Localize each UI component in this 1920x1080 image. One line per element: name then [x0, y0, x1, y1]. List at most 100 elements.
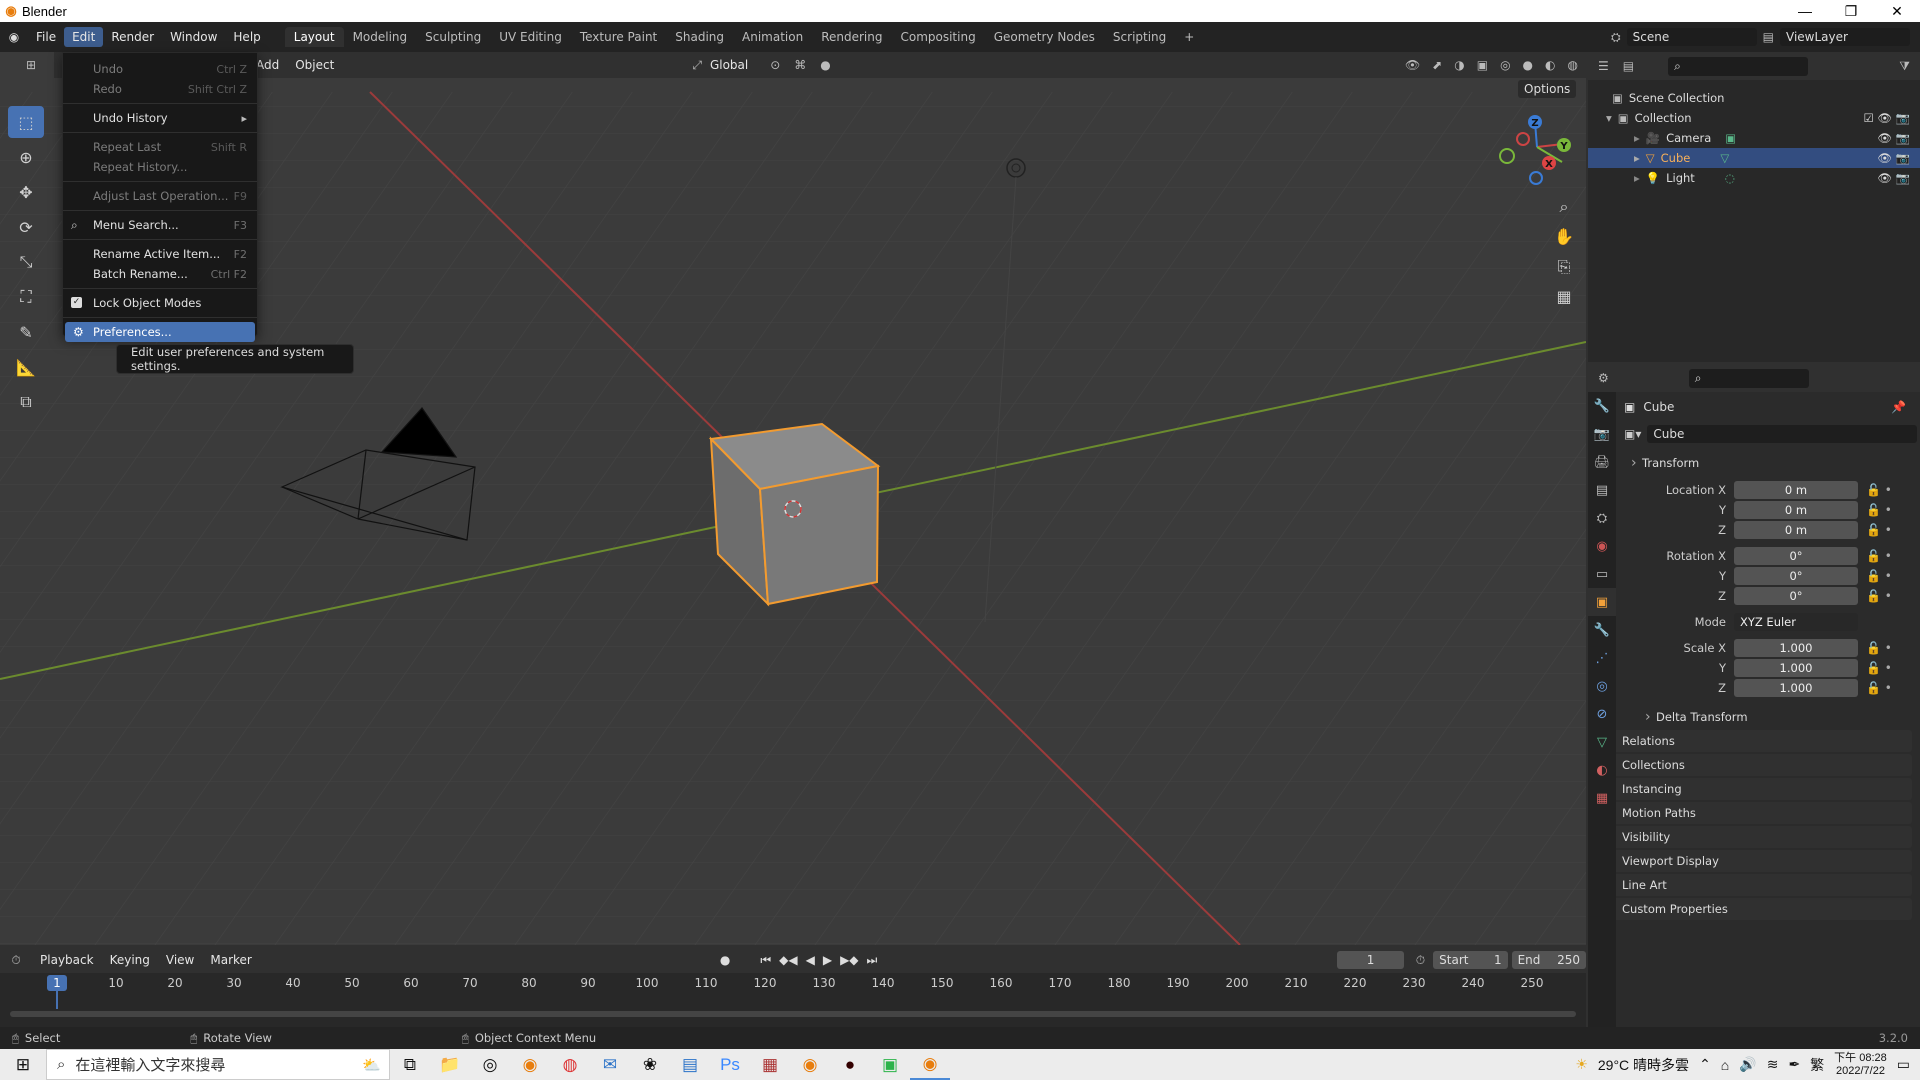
network-icon[interactable]: ⌂ [1721, 1057, 1729, 1073]
tab-modeling[interactable]: Modeling [344, 27, 417, 47]
blender-taskbar-icon[interactable]: ◉ [910, 1049, 950, 1080]
volume-icon[interactable]: 🔊 [1739, 1056, 1756, 1073]
collapse-icon[interactable]: ▾ [1606, 111, 1612, 125]
next-keyframe-icon[interactable]: ▶◆ [840, 953, 858, 968]
tab-animation[interactable]: Animation [733, 27, 812, 47]
options-dropdown[interactable]: Options [1518, 80, 1577, 98]
editor-type-icon[interactable]: ⊞ [14, 58, 48, 72]
menu-item-undo[interactable]: Undo Ctrl Z [63, 59, 257, 79]
weather-text[interactable]: 29°C 晴時多雲 [1598, 1055, 1689, 1075]
object-type-icon[interactable]: ▣▾ [1624, 427, 1641, 441]
blender-menu-icon[interactable]: ◉ [0, 30, 28, 44]
camera-data-icon[interactable]: ▣ [1725, 131, 1736, 145]
keying-menu[interactable]: Keying [102, 950, 158, 970]
measure-tool-icon[interactable]: 📐 [8, 351, 44, 383]
tab-uv-editing[interactable]: UV Editing [490, 27, 571, 47]
material-tab-icon[interactable]: ◐ [1588, 756, 1616, 784]
location-z-field[interactable]: 0 m [1734, 521, 1858, 539]
collection-tab-icon[interactable]: ▭ [1588, 560, 1616, 588]
prev-keyframe-icon[interactable]: ◆◀ [779, 953, 797, 968]
overlay-icon[interactable]: ◑ [1454, 58, 1464, 72]
scene-selector[interactable]: Scene [1626, 28, 1757, 46]
panel-line-art[interactable]: Line Art [1604, 874, 1912, 896]
tab-geometry-nodes[interactable]: Geometry Nodes [985, 27, 1104, 47]
gizmo-icon[interactable]: ⬈ [1432, 58, 1442, 72]
play-reverse-icon[interactable]: ◀ [806, 953, 815, 968]
play-icon[interactable]: ▶ [823, 953, 832, 968]
rotate-tool-icon[interactable]: ⟳ [8, 211, 44, 243]
location-x-field[interactable]: 0 m [1734, 481, 1858, 499]
pin-icon[interactable]: 📌 [1891, 400, 1920, 414]
menu-item-adjust-last[interactable]: Adjust Last Operation... F9 [63, 186, 257, 206]
menu-item-batch-rename[interactable]: Batch Rename... Ctrl F2 [63, 264, 257, 284]
view-menu[interactable]: View [158, 950, 202, 970]
panel-visibility[interactable]: Visibility [1604, 826, 1912, 848]
outliner-search-input[interactable]: ⌕ [1668, 56, 1809, 76]
app-icon[interactable]: ❀ [630, 1049, 670, 1080]
app-icon[interactable]: ▤ [670, 1049, 710, 1080]
constraints-tab-icon[interactable]: ⊘ [1588, 700, 1616, 728]
scene-tab-icon[interactable]: ⛭ [1588, 504, 1616, 532]
cursor-tool-icon[interactable]: ⊕ [8, 141, 44, 173]
object-menu[interactable]: Object [287, 55, 342, 75]
jump-start-icon[interactable]: ⏮ [760, 953, 771, 968]
lock-icon[interactable]: 🔓 • [1866, 661, 1892, 675]
snap-icon[interactable]: ⌘ [794, 58, 806, 72]
blender-taskbar-icon[interactable]: ◉ [790, 1049, 830, 1080]
menu-window[interactable]: Window [162, 27, 225, 47]
tab-texture-paint[interactable]: Texture Paint [571, 27, 666, 47]
scale-y-field[interactable]: 1.000 [1734, 659, 1858, 677]
mail-icon[interactable]: ✉ [590, 1049, 630, 1080]
tray-chevron-icon[interactable]: ⌃ [1699, 1056, 1711, 1073]
timeline-scrollbar[interactable] [10, 1011, 1576, 1017]
solid-shading-icon[interactable]: ● [1523, 58, 1533, 72]
taskbar-search-input[interactable]: ⌕ 在這裡輸入文字來搜尋 ⛅ [46, 1049, 390, 1080]
end-frame-field[interactable]: End 250 [1511, 951, 1586, 969]
menu-help[interactable]: Help [225, 27, 268, 47]
lock-icon[interactable]: 🔓 • [1866, 483, 1892, 497]
chrome-icon[interactable]: ◍ [550, 1049, 590, 1080]
material-shading-icon[interactable]: ◐ [1545, 58, 1555, 72]
windows-start-icon[interactable]: ⊞ [0, 1049, 46, 1080]
visibility-toggles[interactable]: 👁 📷 [1877, 131, 1920, 145]
perspective-grid-icon[interactable]: ▦ [1552, 282, 1576, 312]
particles-tab-icon[interactable]: ⋰ [1588, 644, 1616, 672]
add-workspace-button[interactable]: + [1175, 27, 1203, 47]
display-mode-icon[interactable]: ▤ [1623, 59, 1634, 73]
menu-item-preferences[interactable]: ⚙ Preferences... [65, 322, 255, 342]
mesh-data-icon[interactable]: ▽ [1720, 151, 1729, 165]
modifier-tab-icon[interactable]: 🔧 [1588, 616, 1616, 644]
record-icon[interactable]: ● [720, 953, 730, 967]
proportional-edit-icon[interactable]: ● [820, 58, 830, 72]
ime-language[interactable]: 繁 [1810, 1055, 1824, 1075]
photoshop-icon[interactable]: Ps [710, 1049, 750, 1080]
jump-end-icon[interactable]: ⏭ [867, 953, 878, 968]
location-y-field[interactable]: 0 m [1734, 501, 1858, 519]
camera-view-icon[interactable]: ⎘ [1552, 252, 1576, 282]
tool-tab-icon[interactable]: 🔧 [1588, 392, 1616, 420]
visibility-icon[interactable]: 👁 [1405, 58, 1420, 72]
panel-viewport-display[interactable]: Viewport Display [1604, 850, 1912, 872]
panel-relations[interactable]: Relations [1604, 730, 1912, 752]
task-view-icon[interactable]: ⧉ [390, 1049, 430, 1080]
outliner-editor-icon[interactable]: ☰ [1598, 59, 1609, 73]
object-name-field[interactable]: Cube [1647, 425, 1918, 443]
panel-custom-properties[interactable]: Custom Properties [1604, 898, 1912, 920]
lock-icon[interactable]: 🔓 • [1866, 549, 1892, 563]
rotation-y-field[interactable]: 0° [1734, 567, 1858, 585]
texture-tab-icon[interactable]: ▦ [1588, 784, 1616, 812]
tab-compositing[interactable]: Compositing [891, 27, 984, 47]
visibility-toggles[interactable]: 👁 📷 [1877, 151, 1920, 165]
wireframe-shading-icon[interactable]: ◎ [1500, 58, 1510, 72]
orientation-dropdown[interactable]: Global [702, 55, 756, 75]
properties-search-input[interactable]: ⌕ [1688, 368, 1809, 388]
app-icon[interactable]: ● [830, 1049, 870, 1080]
blender-taskbar-icon[interactable]: ◉ [510, 1049, 550, 1080]
notification-icon[interactable]: ▭ [1897, 1056, 1910, 1073]
object-tab-icon[interactable]: ▣ [1588, 588, 1616, 616]
panel-delta-transform[interactable]: Delta Transform [1638, 706, 1912, 728]
menu-item-menu-search[interactable]: ⌕ Menu Search... F3 [63, 215, 257, 235]
scale-tool-icon[interactable]: ⤡ [8, 246, 44, 278]
properties-editor-icon[interactable]: ⚙ [1598, 371, 1609, 385]
rotation-x-field[interactable]: 0° [1734, 547, 1858, 565]
